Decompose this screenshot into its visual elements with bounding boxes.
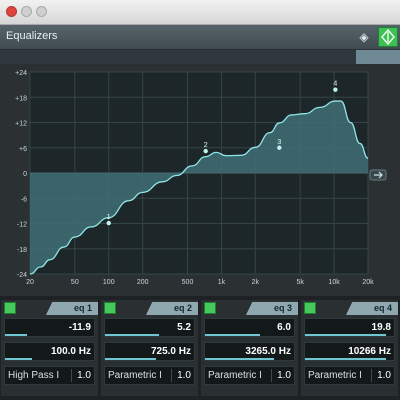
gain-level [305,334,386,336]
q-value: 1.0 [177,370,191,381]
field-divider [171,369,172,382]
filter-type: Parametric I [108,370,162,381]
gain-field[interactable]: -11.9 [4,318,95,337]
field-divider [71,369,72,382]
band-eq-2: eq 2 5.2 725.0 Hz Parametric I 1.0 [101,300,198,396]
x-tick-label: 500 [182,279,194,286]
minimize-window-button[interactable] [21,6,32,17]
gain-value: 6.0 [277,322,291,333]
q-value: 1.0 [377,370,391,381]
band-eq-4: eq 4 19.8 10266 Hz Parametric I 1.0 [301,300,398,396]
y-tick-label: +6 [19,146,27,153]
gain-level [205,334,261,336]
frequency-level [5,358,32,360]
y-tick-label: +18 [15,95,27,102]
gain-level [105,334,160,336]
power-icon[interactable] [204,302,216,314]
q-value: 1.0 [77,370,91,381]
filter-type-field[interactable]: Parametric I 1.0 [104,366,195,385]
bypass-button[interactable] [378,27,398,47]
x-tick-label: 5k [296,279,304,286]
bypass-icon [381,28,395,46]
frequency-field[interactable]: 725.0 Hz [104,342,195,361]
y-tick-label: -12 [17,222,27,229]
gain-value: 5.2 [177,322,191,333]
q-value: 1.0 [277,370,291,381]
band-eq-1: eq 1 -11.9 100.0 Hz High Pass I 1.0 [1,300,98,396]
y-tick-label: +24 [15,70,27,77]
x-tick-label: 100 [103,279,115,286]
frequency-field[interactable]: 3265.0 Hz [204,342,295,361]
band-handle-label: 3 [277,139,281,146]
reset-icon[interactable] [369,169,387,181]
band-name: eq 4 [373,303,392,313]
band-handle[interactable] [333,87,338,92]
band-controls: eq 1 -11.9 100.0 Hz High Pass I 1.0 eq 2… [0,296,400,400]
gain-field[interactable]: 6.0 [204,318,295,337]
filter-type-field[interactable]: Parametric I 1.0 [204,366,295,385]
frequency-field[interactable]: 10266 Hz [304,342,395,361]
x-tick-label: 20k [362,279,374,286]
x-tick-label: 2k [252,279,260,286]
y-tick-label: -24 [17,272,27,279]
gain-value: 19.8 [371,322,391,333]
band-handle-label: 4 [333,81,337,88]
filter-type: High Pass I [8,370,60,381]
x-tick-label: 1k [218,279,226,286]
window-titlebar [0,0,400,25]
y-tick-label: -18 [17,247,27,254]
gain-field[interactable]: 19.8 [304,318,395,337]
frequency-level [305,358,386,360]
frequency-value: 100.0 Hz [50,346,91,357]
x-tick-label: 10k [328,279,340,286]
frequency-value: 10266 Hz [348,346,391,357]
band-name: eq 2 [173,303,192,313]
frequency-level [105,358,156,360]
filter-type-field[interactable]: Parametric I 1.0 [304,366,395,385]
band-handle-label: 1 [107,214,111,221]
equalizers-header: Equalizers ◈ [0,25,400,50]
eq-curve-graph[interactable]: +24+18+12+60-6-12-18-24 20 50 100 200 500 1k 2… [0,62,400,296]
frequency-level [205,358,274,360]
band-handle[interactable] [203,148,208,154]
x-tick-label: 200 [137,279,149,286]
frequency-value: 3265.0 Hz [245,346,291,357]
y-tick-label: +12 [15,121,27,128]
band-name: eq 3 [273,303,292,313]
close-window-button[interactable] [6,6,17,17]
x-tick-label: 20 [26,279,34,286]
y-tick-label: -6 [21,196,27,203]
band-eq-3: eq 3 6.0 3265.0 Hz Parametric I 1.0 [201,300,298,396]
frequency-value: 725.0 Hz [150,346,191,357]
filter-type-field[interactable]: High Pass I 1.0 [4,366,95,385]
filter-type: Parametric I [308,370,362,381]
band-name: eq 1 [73,303,92,313]
zoom-window-button[interactable] [36,6,47,17]
equalizers-title: Equalizers [6,30,58,42]
band-handle[interactable] [277,145,282,150]
power-icon[interactable] [304,302,316,314]
field-divider [271,369,272,382]
power-icon[interactable] [4,302,16,314]
x-tick-label: 50 [71,279,79,286]
y-tick-label: 0 [23,171,27,178]
gain-field[interactable]: 5.2 [104,318,195,337]
y-axis-ticks: +24 +18 +12 +6 0 -6 -12 -18 -24 [15,70,27,279]
field-divider [371,369,372,382]
gain-level [5,334,28,336]
band-handle[interactable] [106,220,111,226]
preset-diamond-icon[interactable]: ◈ [356,29,372,45]
frequency-field[interactable]: 100.0 Hz [4,342,95,361]
filter-type: Parametric I [208,370,262,381]
band-handle-label: 2 [204,142,208,149]
x-axis-ticks: 20 50 100 200 500 1k 2k 5k 10k 20k [26,279,374,286]
gain-value: -11.9 [68,322,91,333]
power-icon[interactable] [104,302,116,314]
